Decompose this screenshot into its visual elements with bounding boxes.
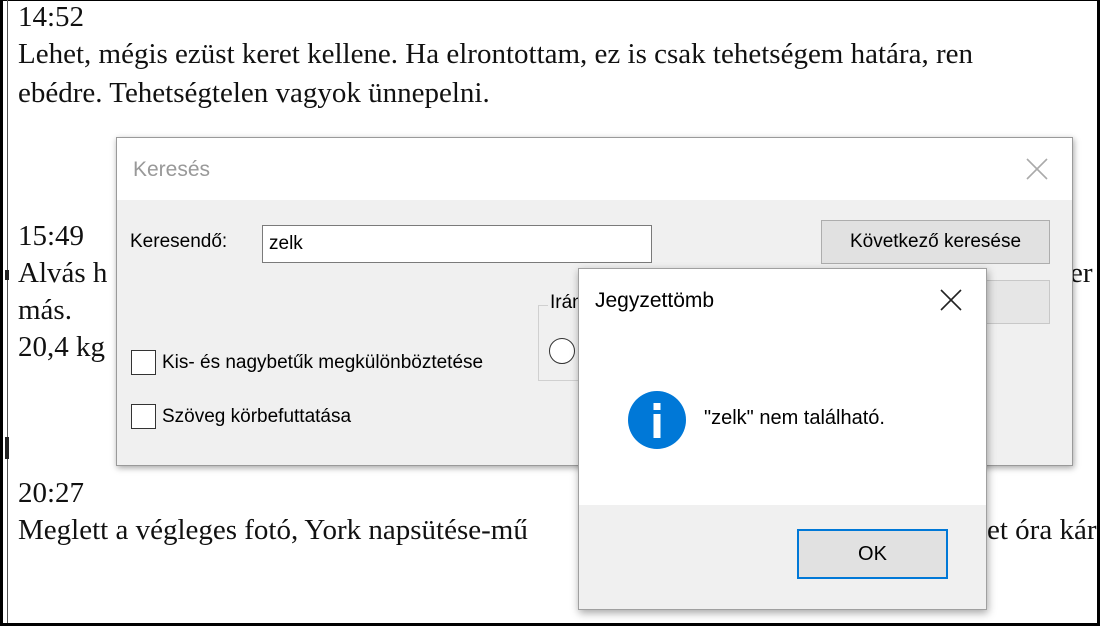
direction-radio-up[interactable] [549,338,575,364]
doc-line: ebédre. Tehetségtelen vagyok ünnepelni. [18,77,490,109]
margin-mark [5,270,9,280]
margin-mark [5,437,9,459]
find-dialog-titlebar[interactable] [117,138,1072,200]
message-box-title: Jegyzettömb [595,289,715,312]
info-icon [628,391,686,449]
doc-line: Alvás h [18,257,108,289]
find-dialog-close-button[interactable] [1017,152,1057,186]
match-case-checkbox[interactable] [131,350,156,375]
doc-line: et óra kár [987,514,1097,546]
search-label: Keresendő: [130,231,228,252]
close-icon [940,289,962,311]
doc-line: er [1070,257,1093,289]
close-icon [1026,158,1048,180]
find-next-button[interactable]: Következő keresése [821,220,1050,264]
match-case-row[interactable]: Kis- és nagybetűk megkülönböztetése [131,350,483,375]
doc-line: Lehet, mégis ezüst keret kellene. Ha elr… [18,38,973,70]
frame-left-inner [7,0,8,626]
match-case-label: Kis- és nagybetűk megkülönböztetése [162,351,484,373]
doc-line: Meglett a végleges fotó, York napsütése-… [18,514,528,546]
doc-line: 14:52 [18,1,85,33]
wrap-around-row[interactable]: Szöveg körbefuttatása [131,404,351,429]
doc-line: 20:27 [18,477,85,509]
frame-top [0,0,1100,1]
search-input[interactable] [262,225,652,263]
doc-line: 15:49 [18,220,85,252]
screen: 14:52 Lehet, mégis ezüst keret kellene. … [0,0,1100,626]
message-text: "zelk" nem található. [704,407,885,429]
ok-button[interactable]: OK [797,529,948,579]
doc-line: más. [18,294,72,326]
find-dialog-title: Keresés [133,158,211,181]
wrap-around-checkbox[interactable] [131,404,156,429]
doc-line: 20,4 kg [18,331,105,363]
message-box-close-button[interactable] [931,283,971,317]
frame-left [0,0,3,626]
message-box: Jegyzettömb "zelk" nem található. OK [578,268,987,610]
wrap-around-label: Szöveg körbefuttatása [162,405,352,427]
